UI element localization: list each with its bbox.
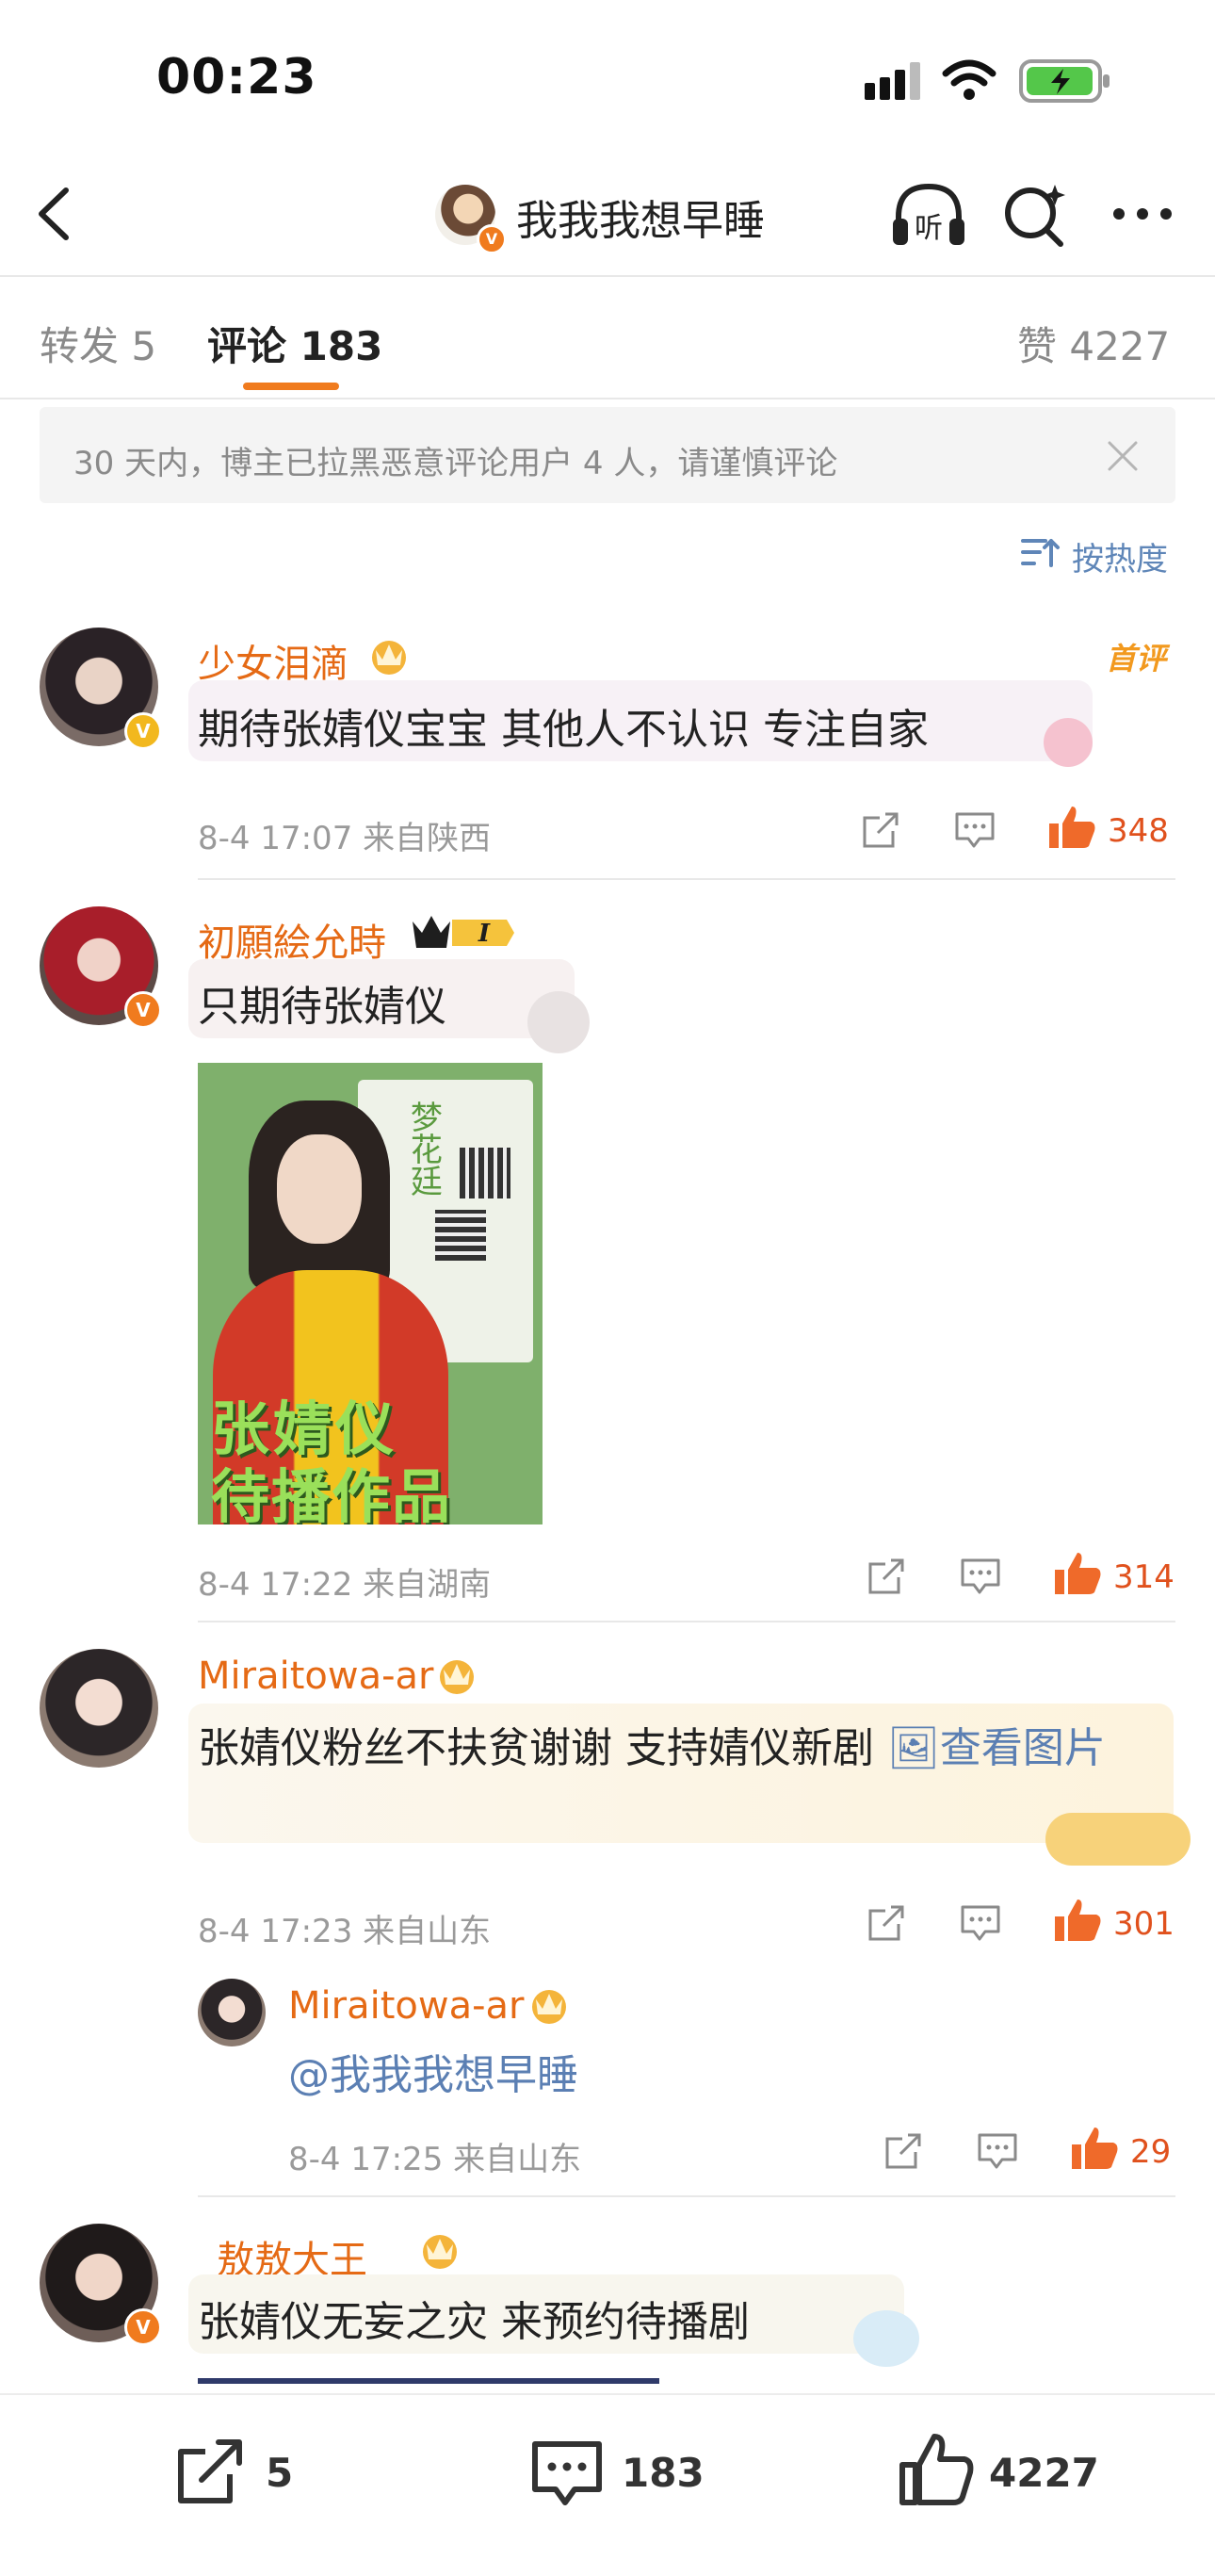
like-count: 348 <box>1108 812 1169 850</box>
reply-icon[interactable] <box>959 1555 1002 1598</box>
crown-badge-icon <box>532 1990 566 2024</box>
comment-meta: 8-4 17:22 来自湖南 <box>198 1566 492 1604</box>
bubble-sticker-icon <box>1045 1813 1191 1866</box>
like-thumb-icon[interactable] <box>1051 1896 1104 1945</box>
nav-divider <box>0 275 1215 277</box>
active-tab-indicator <box>243 383 339 390</box>
more-options-icon[interactable] <box>1110 202 1175 226</box>
comment-icon[interactable] <box>529 2437 605 2512</box>
reply-icon[interactable] <box>953 808 996 852</box>
reply-like-count: 29 <box>1130 2133 1172 2171</box>
image-preview-strip <box>198 2378 659 2384</box>
wifi-icon <box>942 59 996 100</box>
comment-text: 只期待张婧仪 <box>198 983 446 1031</box>
listen-headphones-icon[interactable]: 听 <box>889 179 968 251</box>
comment-divider <box>198 2195 1175 2197</box>
bubble-sticker-icon <box>853 2310 919 2367</box>
like-icon[interactable] <box>897 2431 976 2508</box>
qr-code <box>435 1210 486 1261</box>
view-image-icon[interactable]: 🖼 <box>887 1724 940 1772</box>
like-count: 301 <box>1113 1905 1174 1943</box>
bubble-sticker-icon <box>527 991 590 1053</box>
comment-count[interactable]: 183 <box>622 2450 705 2496</box>
reply-avatar[interactable] <box>198 1979 266 2046</box>
tab-comments[interactable]: 评论 183 <box>207 315 382 372</box>
repost-count[interactable]: 5 <box>266 2450 293 2496</box>
portrait-face <box>277 1134 362 1244</box>
back-arrow-icon[interactable] <box>30 185 77 243</box>
comment-text: 期待张婧仪宝宝 其他人不认识 专注自家 <box>198 706 929 754</box>
tab-reposts[interactable]: 转发 5 <box>40 315 156 372</box>
reply-icon[interactable] <box>959 1901 1002 1945</box>
verified-badge-icon: V <box>124 991 162 1029</box>
reply-username[interactable]: Miraitowa-ar <box>288 1984 524 2028</box>
like-thumb-icon[interactable] <box>1068 2124 1121 2173</box>
crown-badge-icon <box>440 1660 474 1694</box>
search-icon[interactable] <box>998 179 1070 251</box>
share-icon[interactable] <box>865 1901 908 1945</box>
close-icon[interactable] <box>1106 439 1140 473</box>
qr-code <box>460 1148 510 1198</box>
like-thumb-icon[interactable] <box>1051 1549 1104 1598</box>
first-comment-badge: 首评 <box>1106 641 1167 677</box>
page-title: 我我我想早睡 <box>516 197 765 245</box>
like-count-total[interactable]: 4227 <box>989 2450 1099 2496</box>
sort-icon[interactable] <box>1019 533 1061 571</box>
comment-text: 张婧仪无妄之灾 来预约待播剧 <box>198 2298 750 2346</box>
crown-badge-icon <box>423 2235 457 2269</box>
commenter-avatar[interactable] <box>40 1649 158 1768</box>
comment-image[interactable]: 梦花廷 张婧仪 待播作品 <box>198 1063 543 1524</box>
poster-headline: 待播作品 <box>211 1462 453 1524</box>
view-image-link[interactable]: 查看图片 <box>940 1724 1106 1772</box>
share-icon[interactable] <box>859 808 902 852</box>
sort-label[interactable]: 按热度 <box>1072 533 1168 579</box>
comment-divider <box>198 878 1175 880</box>
comment-divider <box>198 1621 1175 1622</box>
svg-text:I: I <box>478 920 491 948</box>
battery-icon <box>1019 59 1110 103</box>
comment-meta: 8-4 17:23 来自山东 <box>198 1913 492 1950</box>
share-icon[interactable] <box>865 1555 908 1598</box>
poster-vertical-title: 梦花廷 <box>404 1101 443 1197</box>
comment-meta: 8-4 17:07 来自陕西 <box>198 820 492 857</box>
bubble-sticker-icon <box>1044 718 1093 767</box>
comment-text: 张婧仪粉丝不扶贫谢谢 支持婧仪新剧 <box>198 1724 887 1772</box>
tabs-divider <box>0 398 1215 399</box>
notice-text: 30 天内，博主已拉黑恶意评论用户 4 人，请谨慎评论 <box>73 445 838 482</box>
reply-mention-link[interactable]: @我我我想早睡 <box>288 2041 578 2101</box>
commenter-name[interactable]: Miraitowa-ar <box>198 1655 433 1698</box>
reply-meta: 8-4 17:25 来自山东 <box>288 2141 582 2178</box>
verified-badge-icon: V <box>124 712 162 750</box>
crown-badge-icon <box>372 641 406 675</box>
status-time: 00:23 <box>156 49 317 106</box>
comment-text-block: 张婧仪粉丝不扶贫谢谢 支持婧仪新剧 🖼查看图片 <box>198 1717 1149 1781</box>
like-count: 314 <box>1113 1558 1174 1596</box>
repost-icon[interactable] <box>173 2437 249 2508</box>
verified-badge-icon: V <box>477 224 507 254</box>
verified-badge-icon: V <box>124 2308 162 2346</box>
level-badge-icon: I <box>413 916 514 948</box>
share-icon[interactable] <box>882 2129 925 2173</box>
reply-icon[interactable] <box>976 2129 1019 2173</box>
svg-text:听: 听 <box>915 212 943 245</box>
cellular-signal-icon <box>865 62 920 100</box>
like-thumb-icon[interactable] <box>1045 803 1098 852</box>
tab-likes[interactable]: 赞 4227 <box>1017 315 1170 372</box>
